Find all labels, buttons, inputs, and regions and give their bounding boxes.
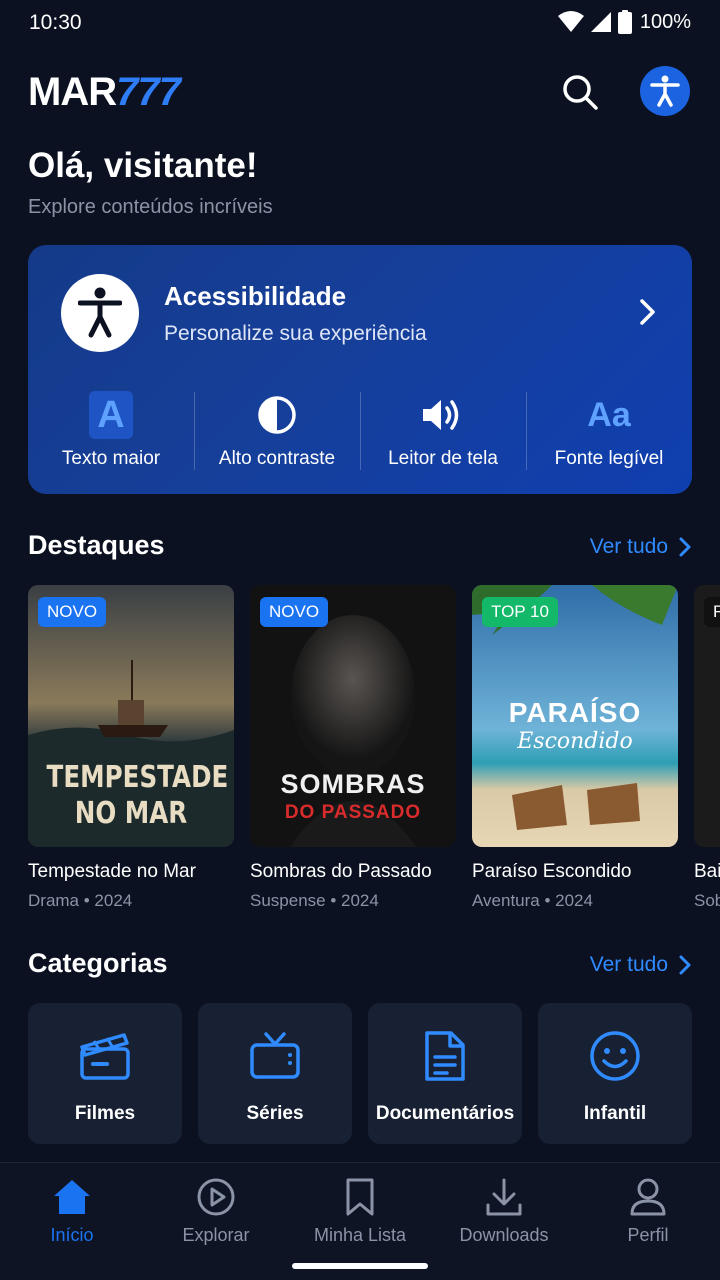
featured-card[interactable]: NOVO TEMPESTADE NO MAR Tempestade no Mar…	[28, 585, 234, 911]
accessibility-icon	[650, 75, 680, 107]
app-header: MAR777	[0, 60, 720, 124]
play-circle-icon	[197, 1178, 235, 1216]
option-label: Fonte legível	[554, 448, 664, 469]
card-title: Paraíso Escondido	[472, 861, 632, 882]
nav-label: Explorar	[182, 1225, 250, 1245]
logo-main: MAR	[28, 70, 117, 114]
chevron-right-icon	[679, 955, 691, 975]
wifi-icon	[557, 11, 584, 32]
chevron-right-icon	[679, 537, 691, 557]
nav-label: Downloads	[459, 1225, 549, 1245]
app-logo[interactable]: MAR777	[28, 70, 181, 115]
poster-title-text: TEMPESTADE NO MAR	[46, 760, 229, 831]
search-icon	[563, 75, 598, 110]
category-label: Documentários	[375, 1103, 515, 1124]
accessibility-person-icon	[61, 274, 139, 352]
poster-title-text: PARAÍSO Escondido	[508, 697, 642, 754]
categories-list: Filmes Séries Documentários Infantil	[28, 1003, 692, 1144]
battery-icon	[617, 10, 632, 34]
bookmark-icon	[346, 1178, 374, 1216]
featured-card[interactable]: NOVO SOMBRAS DO PASSADO Sombras do Passa…	[250, 585, 456, 911]
download-icon	[486, 1178, 522, 1216]
badge: NOVO	[38, 597, 107, 627]
signal-icon	[590, 12, 611, 32]
featured-carousel[interactable]: NOVO TEMPESTADE NO MAR Tempestade no Mar…	[28, 585, 720, 915]
featured-card[interactable]: TOP 10 PARAÍSO Escondido Paraíso Escondi…	[472, 585, 678, 911]
status-icons: 100%	[557, 10, 691, 34]
search-button[interactable]	[558, 70, 602, 114]
category-label: Séries	[246, 1103, 304, 1124]
category-series[interactable]: Séries	[198, 1003, 352, 1144]
category-documentaries[interactable]: Documentários	[368, 1003, 522, 1144]
nav-explore[interactable]: Explorar	[144, 1163, 288, 1280]
accessibility-button[interactable]	[640, 66, 690, 116]
card-meta: Suspense • 2024	[250, 891, 379, 910]
poster-image: TOP 10 PARAÍSO Escondido	[472, 585, 678, 847]
battery-percent: 100%	[639, 10, 691, 33]
option-screen-reader[interactable]: Leitor de tela	[360, 390, 526, 470]
clapperboard-icon	[80, 1033, 130, 1080]
status-time: 10:30	[29, 11, 82, 34]
card-meta: Aventura • 2024	[472, 891, 593, 910]
font-icon: Aa	[587, 395, 631, 434]
card-meta: Sob	[694, 891, 720, 910]
greeting-subtitle: Explore conteúdos incríveis	[28, 196, 273, 218]
accessibility-options: A Texto maior Alto contraste Leitor de t…	[28, 390, 692, 470]
badge: F	[704, 597, 720, 627]
accessibility-title: Acessibilidade	[164, 281, 347, 311]
badge: TOP 10	[482, 597, 558, 627]
option-label: Leitor de tela	[388, 448, 498, 469]
option-readable-font[interactable]: Aa Fonte legível	[526, 390, 692, 470]
category-label: Filmes	[74, 1103, 136, 1124]
nav-home[interactable]: Início	[0, 1163, 144, 1280]
badge: NOVO	[260, 597, 329, 627]
accessibility-card[interactable]: Acessibilidade Personalize sua experiênc…	[28, 245, 692, 494]
home-indicator[interactable]	[292, 1263, 428, 1269]
accessibility-subtitle: Personalize sua experiência	[164, 322, 427, 345]
document-icon	[425, 1031, 465, 1081]
user-icon	[630, 1178, 666, 1216]
smiley-icon	[590, 1031, 640, 1081]
chevron-right-icon	[640, 299, 655, 325]
contrast-icon	[258, 396, 296, 434]
option-larger-text[interactable]: A Texto maior	[28, 390, 194, 470]
category-movies[interactable]: Filmes	[28, 1003, 182, 1144]
poster-image: NOVO SOMBRAS DO PASSADO	[250, 585, 456, 847]
featured-see-all[interactable]: Ver tudo	[590, 535, 692, 559]
card-title: Bai	[694, 861, 720, 882]
nav-downloads[interactable]: Downloads	[432, 1163, 576, 1280]
card-title: Tempestade no Mar	[28, 861, 196, 882]
see-all-label: Ver tudo	[589, 535, 668, 558]
categories-see-all[interactable]: Ver tudo	[590, 953, 692, 977]
option-label: Alto contraste	[218, 448, 336, 469]
category-label: Infantil	[583, 1103, 647, 1124]
logo-accent: 777	[116, 70, 181, 114]
poster-image: NOVO TEMPESTADE NO MAR	[28, 585, 234, 847]
card-meta: Drama • 2024	[28, 891, 133, 910]
poster-title-text: SOMBRAS DO PASSADO	[280, 769, 426, 823]
home-icon	[54, 1180, 90, 1214]
speaker-icon	[423, 400, 459, 430]
featured-title: Destaques	[28, 530, 165, 560]
status-bar: 10:30 100%	[0, 0, 720, 48]
greeting-title: Olá, visitante!	[28, 146, 258, 185]
featured-card[interactable]: F Bai Sob	[694, 585, 720, 911]
nav-label: Início	[50, 1225, 94, 1245]
tv-icon	[250, 1032, 300, 1079]
text-size-icon: A	[89, 391, 133, 439]
see-all-label: Ver tudo	[589, 953, 668, 976]
categories-title: Categorias	[28, 948, 168, 978]
category-kids[interactable]: Infantil	[538, 1003, 692, 1144]
option-label: Texto maior	[61, 448, 161, 469]
poster-image: F	[694, 585, 720, 847]
nav-label: Minha Lista	[313, 1225, 407, 1245]
card-title: Sombras do Passado	[250, 861, 432, 882]
nav-label: Perfil	[627, 1225, 669, 1245]
option-high-contrast[interactable]: Alto contraste	[194, 390, 360, 470]
nav-profile[interactable]: Perfil	[576, 1163, 720, 1280]
